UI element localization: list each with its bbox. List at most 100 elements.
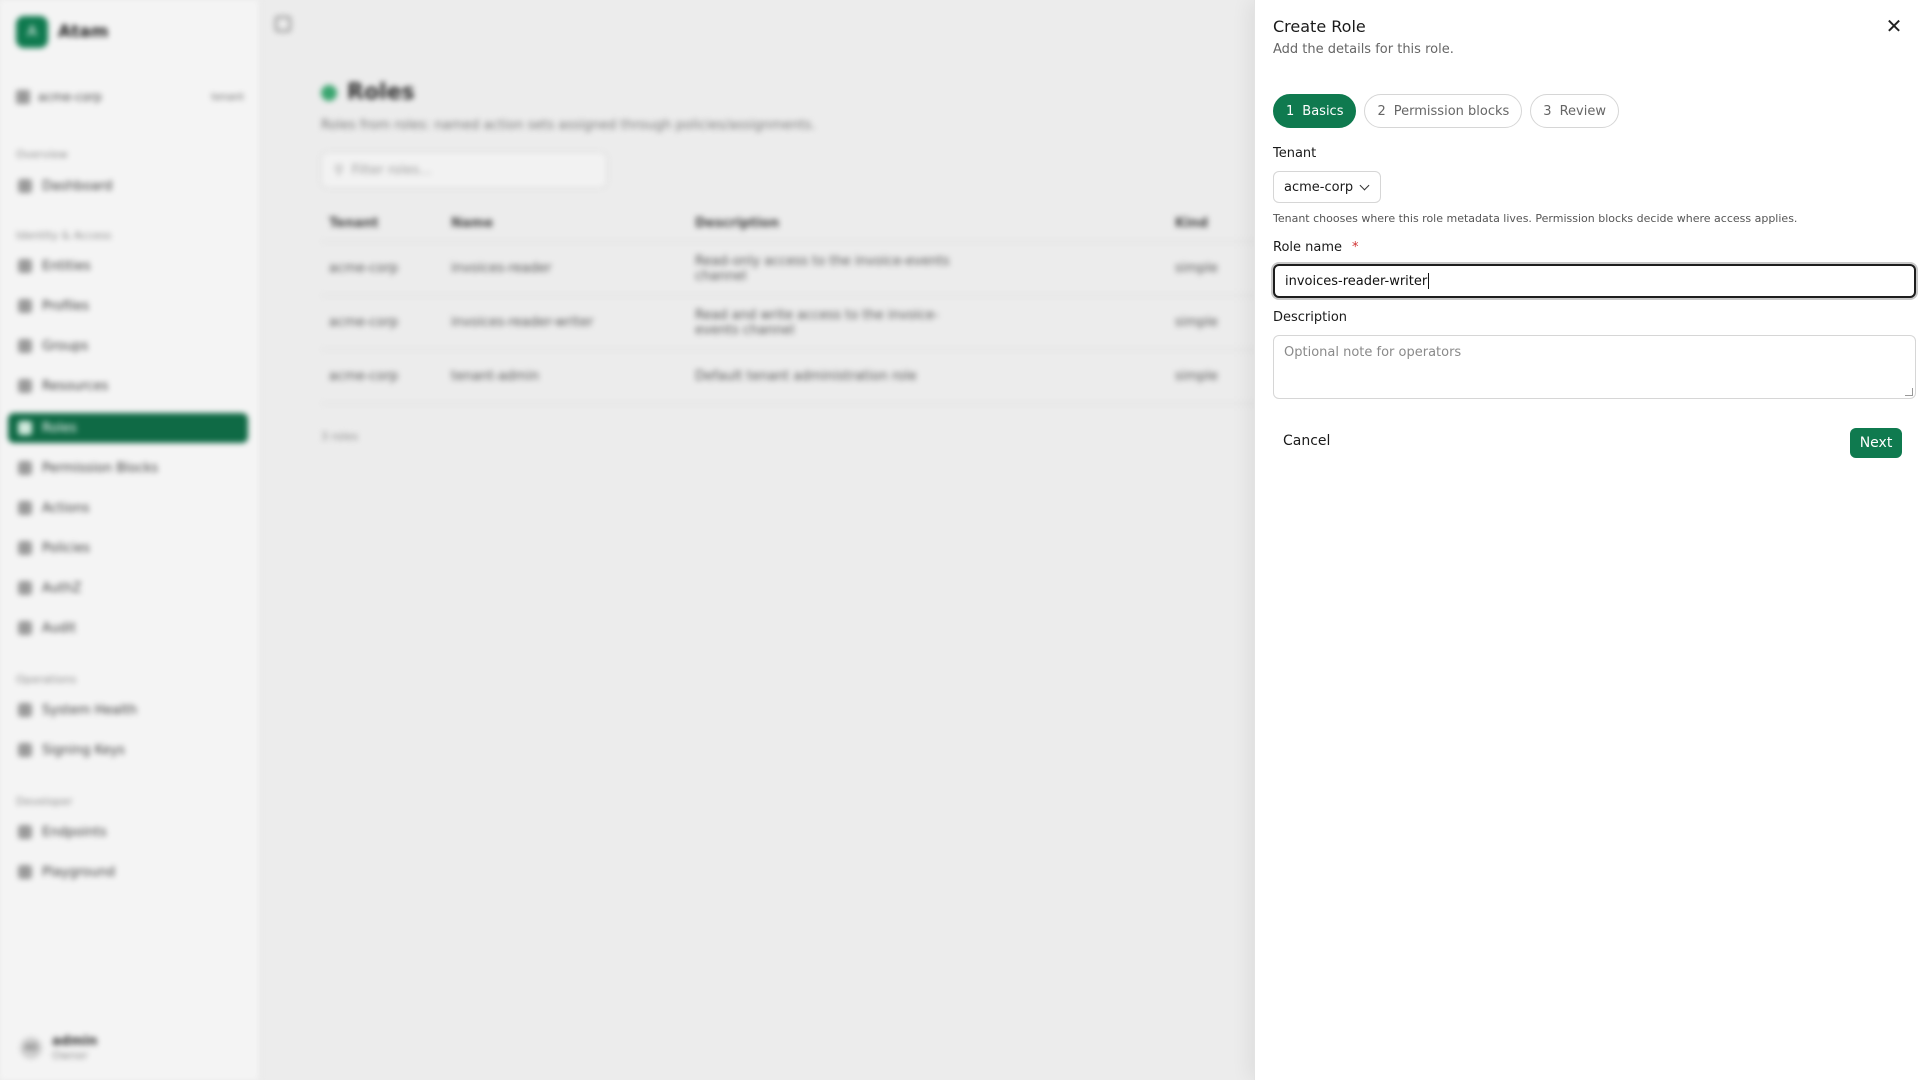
cell-description: Read-only access to the invoice-events c…	[695, 253, 950, 284]
brand: A Atam	[16, 16, 108, 48]
audit-icon	[18, 621, 32, 635]
sidebar-item-label: Roles	[42, 420, 77, 436]
grid-icon	[18, 379, 32, 393]
sidebar-item-actions[interactable]: Actions	[8, 493, 248, 523]
cell-description: Default tenant administration role	[695, 369, 917, 384]
cell-name: invoices-reader-writer	[451, 315, 594, 330]
sidebar-item-label: System Health	[42, 702, 138, 718]
role-name-label: Role name *	[1273, 240, 1359, 255]
page-subtitle: Roles from roles: named action sets assi…	[321, 118, 816, 133]
close-button[interactable]: ✕	[1882, 14, 1906, 38]
step-number: 2	[1377, 103, 1386, 119]
sidebar-item-authz[interactable]: AuthZ	[8, 573, 248, 603]
cancel-button[interactable]: Cancel	[1283, 433, 1330, 449]
sidebar-item-label: Groups	[42, 338, 89, 354]
play-icon	[18, 865, 32, 879]
profile-icon	[18, 299, 32, 313]
sidebar-item-endpoints[interactable]: Endpoints	[8, 817, 248, 847]
sidebar-item-entities[interactable]: Entities	[8, 251, 248, 281]
tenant-select-value: acme-corp	[1284, 179, 1354, 195]
shield-icon	[321, 84, 337, 101]
row-count: 3 roles	[321, 430, 359, 443]
plug-icon	[18, 825, 32, 839]
step-label: Basics	[1302, 103, 1344, 119]
sidebar-item-profiles[interactable]: Profiles	[8, 291, 248, 321]
tenant-chip: tenant	[211, 91, 244, 103]
sidebar-item-label: Actions	[42, 500, 90, 516]
sidebar-item-label: Signing Keys	[42, 742, 125, 758]
drawer-subtitle: Add the details for this role.	[1273, 42, 1454, 57]
sidebar-item-system-health[interactable]: System Health	[8, 695, 248, 725]
search-icon: ⚲	[334, 162, 344, 178]
next-button[interactable]: Next	[1850, 428, 1902, 458]
description-textarea[interactable]: Optional note for operators	[1273, 335, 1916, 399]
create-role-drawer: ✕ Create Role Add the details for this r…	[1254, 0, 1920, 1080]
stepper: 1 Basics 2 Permission blocks 3 Review	[1273, 94, 1619, 128]
home-icon	[18, 179, 32, 193]
page-title: Roles	[347, 80, 415, 105]
sidebar-item-label: Playground	[42, 864, 116, 880]
description-label: Description	[1273, 310, 1348, 325]
column-header[interactable]: Description	[695, 216, 1175, 231]
cell-name: tenant-admin	[451, 369, 540, 384]
shield-icon	[18, 421, 32, 435]
filter-placeholder: Filter roles...	[351, 162, 432, 178]
cell-tenant: acme-corp	[329, 369, 399, 384]
sidebar-item-signing-keys[interactable]: Signing Keys	[8, 735, 248, 765]
sidebar-item-resources[interactable]: Resources	[8, 371, 248, 401]
step-label: Permission blocks	[1393, 103, 1510, 119]
role-name-label-text: Role name	[1273, 240, 1343, 255]
sidebar-toggle-icon[interactable]	[275, 16, 291, 32]
sidebar-section-operations: Operations	[16, 673, 77, 686]
step-review[interactable]: 3 Review	[1530, 94, 1619, 128]
lock-icon	[18, 461, 32, 475]
step-permission-blocks[interactable]: 2 Permission blocks	[1364, 94, 1523, 128]
close-icon: ✕	[1885, 14, 1903, 38]
users-icon	[18, 339, 32, 353]
sidebar-item-audit[interactable]: Audit	[8, 613, 248, 643]
sidebar-item-label: Policies	[42, 540, 91, 556]
tenant-hint: Tenant chooses where this role metadata …	[1273, 212, 1798, 225]
role-name-value: invoices-reader-writer	[1285, 273, 1428, 289]
sidebar-section-overview: Overview	[16, 148, 68, 161]
cell-tenant: acme-corp	[329, 315, 399, 330]
key-icon	[18, 743, 32, 757]
sidebar-item-label: Endpoints	[42, 824, 107, 840]
sidebar-item-policies[interactable]: Policies	[8, 533, 248, 563]
page-header: Roles	[321, 80, 415, 105]
filter-input[interactable]: ⚲ Filter roles...	[321, 152, 607, 188]
role-name-input[interactable]: invoices-reader-writer	[1273, 264, 1916, 298]
entities-icon	[18, 259, 32, 273]
step-label: Review	[1559, 103, 1606, 119]
required-mark: *	[1352, 240, 1359, 255]
sidebar-item-label: Permission Blocks	[42, 460, 159, 476]
brand-logo: A	[16, 16, 48, 48]
tenant-label: Tenant	[1273, 146, 1317, 161]
sidebar-item-permission-blocks[interactable]: Permission Blocks	[8, 453, 248, 483]
building-icon	[16, 90, 30, 104]
sidebar-item-label: Audit	[42, 620, 77, 636]
sidebar-item-dashboard[interactable]: Dashboard	[8, 171, 248, 201]
cell-tenant: acme-corp	[329, 261, 399, 276]
brand-name: Atam	[58, 22, 109, 42]
sidebar-item-label: Profiles	[42, 298, 90, 314]
step-number: 3	[1543, 103, 1552, 119]
text-caret	[1428, 273, 1430, 289]
avatar: AD	[20, 1037, 42, 1059]
user-menu[interactable]: AD admin Owner	[20, 1034, 97, 1062]
tenant-switcher[interactable]: acme-corp tenant	[16, 86, 244, 108]
policy-icon	[18, 541, 32, 555]
column-header[interactable]: Name	[451, 216, 695, 231]
step-basics[interactable]: 1 Basics	[1273, 94, 1357, 128]
sidebar-section-identity: Identity & Access	[16, 229, 112, 242]
sidebar-section-developer: Developer	[16, 795, 73, 808]
resize-handle-icon[interactable]	[1905, 388, 1913, 396]
sidebar-item-playground[interactable]: Playground	[8, 857, 248, 887]
sidebar-item-roles[interactable]: Roles	[8, 413, 248, 443]
pulse-icon	[18, 703, 32, 717]
column-header[interactable]: Tenant	[321, 216, 451, 231]
tenant-select[interactable]: acme-corp	[1273, 171, 1381, 203]
sidebar-item-groups[interactable]: Groups	[8, 331, 248, 361]
sidebar: A Atam acme-corp tenant Overview Dashboa…	[0, 0, 260, 1080]
wrench-icon	[18, 501, 32, 515]
